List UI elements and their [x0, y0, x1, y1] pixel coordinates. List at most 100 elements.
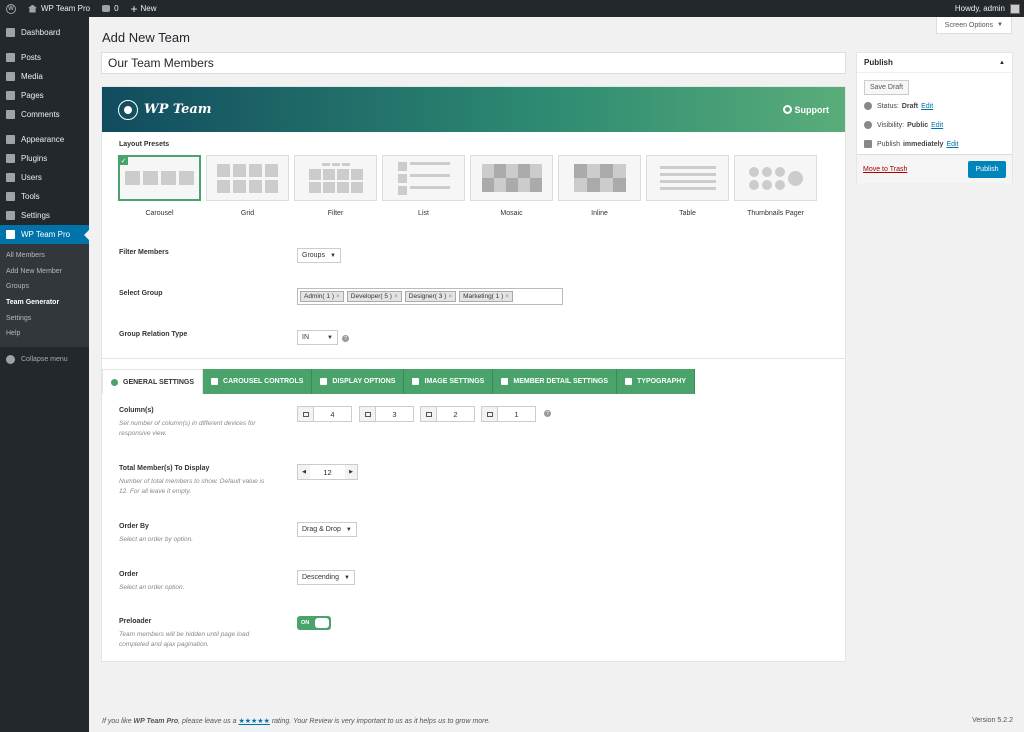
tab-general-settings[interactable]: GENERAL SETTINGS — [102, 369, 204, 394]
my-account[interactable]: Howdy, admin — [955, 3, 1024, 14]
remove-icon[interactable]: × — [448, 293, 452, 300]
help-icon[interactable]: ? — [342, 335, 349, 342]
submenu-all-members[interactable]: All Members — [0, 248, 89, 264]
column-value: 3 — [392, 409, 397, 419]
order-select[interactable]: Descending ▼ — [297, 570, 355, 585]
status-row: Status: Draft Edit — [864, 102, 933, 110]
decrement-icon[interactable]: ◀ — [298, 465, 310, 479]
menu-posts[interactable]: Posts — [0, 48, 89, 67]
preset-thumb — [558, 155, 641, 201]
order-by-select[interactable]: Drag & Drop ▼ — [297, 522, 357, 537]
menu-media[interactable]: Media — [0, 67, 89, 86]
preloader-toggle[interactable]: ON — [297, 616, 331, 630]
version-text: Version 5.2.2 — [972, 717, 1013, 724]
menu-wp-team-pro[interactable]: WP Team Pro — [0, 225, 89, 244]
screen-options-button[interactable]: Screen Options ▼ — [935, 17, 1012, 34]
group-relation-select[interactable]: IN ▼ — [297, 330, 338, 345]
group-tag[interactable]: Admin( 1 ) × — [300, 291, 344, 302]
tab-image-settings[interactable]: IMAGE SETTINGS — [404, 369, 494, 394]
menu-settings[interactable]: Settings — [0, 206, 89, 225]
submenu-settings[interactable]: Settings — [0, 310, 89, 326]
footer-message: If you like WP Team Pro, please leave us… — [102, 717, 490, 725]
wp-team-banner: WP Team Support — [102, 87, 845, 132]
total-members-stepper[interactable]: ◀ 12 ▶ — [297, 464, 358, 480]
comments-link[interactable]: 0 — [96, 0, 124, 17]
menu-label: Settings — [21, 211, 50, 220]
preloader-label: Preloader — [119, 618, 152, 625]
group-tag[interactable]: Designer( 3 ) × — [404, 291, 457, 302]
submenu-add-new-member[interactable]: Add New Member — [0, 264, 89, 280]
preset-grid[interactable]: Grid — [206, 155, 289, 217]
columns-mobile-input[interactable]: 1 — [481, 406, 536, 422]
preset-caption: Carousel — [145, 210, 174, 217]
publish-header[interactable]: Publish ▲ — [857, 53, 1012, 73]
remove-icon[interactable]: × — [336, 293, 340, 300]
menu-tools[interactable]: Tools — [0, 187, 89, 206]
menu-comments[interactable]: Comments — [0, 105, 89, 124]
preset-table[interactable]: Table — [646, 155, 729, 217]
group-tag[interactable]: Marketing( 1 ) × — [459, 291, 514, 302]
increment-icon[interactable]: ▶ — [345, 465, 357, 479]
preloader-desc: Team members will be hidden until page l… — [119, 631, 250, 648]
tablet-icon — [421, 407, 437, 421]
title-input[interactable]: Our Team Members — [101, 52, 846, 74]
chevron-down-icon: ▼ — [329, 252, 336, 259]
filter-members-select[interactable]: Groups ▼ — [297, 248, 341, 263]
preset-mosaic[interactable]: Mosaic — [470, 155, 553, 217]
edit-schedule-link[interactable]: Edit — [946, 141, 958, 148]
menu-appearance[interactable]: Appearance — [0, 130, 89, 149]
brush-icon — [6, 135, 15, 144]
tab-display-options[interactable]: DISPLAY OPTIONS — [312, 369, 405, 394]
edit-visibility-link[interactable]: Edit — [931, 122, 943, 129]
settings-tabs: GENERAL SETTINGS CAROUSEL CONTROLS DISPL… — [102, 369, 845, 394]
submenu-help[interactable]: Help — [0, 326, 89, 342]
new-content-link[interactable]: + New — [125, 0, 163, 17]
edit-status-link[interactable]: Edit — [921, 103, 933, 110]
support-link[interactable]: Support — [782, 105, 829, 115]
plugin-icon — [6, 154, 15, 163]
menu-users[interactable]: Users — [0, 168, 89, 187]
columns-laptop-input[interactable]: 3 — [359, 406, 414, 422]
wp-logo-menu[interactable]: W — [0, 0, 22, 17]
preset-thumbnails-pager[interactable]: Thumbnails Pager — [734, 155, 817, 217]
preset-inline[interactable]: Inline — [558, 155, 641, 217]
publish-button[interactable]: Publish — [968, 161, 1006, 178]
site-name-link[interactable]: WP Team Pro — [22, 0, 96, 17]
submenu-team-generator[interactable]: Team Generator — [0, 295, 89, 311]
tab-label: MEMBER DETAIL SETTINGS — [513, 378, 608, 385]
tab-member-detail-settings[interactable]: MEMBER DETAIL SETTINGS — [493, 369, 617, 394]
menu-dashboard[interactable]: Dashboard — [0, 23, 89, 42]
tab-typography[interactable]: TYPOGRAPHY — [617, 369, 696, 394]
select-group-label: Select Group — [119, 290, 163, 297]
collapse-menu-button[interactable]: Collapse menu — [0, 351, 89, 369]
tab-carousel-controls[interactable]: CAROUSEL CONTROLS — [203, 369, 313, 394]
screen-options-label: Screen Options — [944, 21, 994, 29]
preset-thumb — [382, 155, 465, 201]
tab-label: GENERAL SETTINGS — [123, 378, 195, 386]
footer-text: , please leave us a — [178, 718, 237, 725]
menu-pages[interactable]: Pages — [0, 86, 89, 105]
rating-stars-link[interactable]: ★★★★★ — [238, 718, 269, 725]
preset-filter[interactable]: Filter — [294, 155, 377, 217]
remove-icon[interactable]: × — [394, 293, 398, 300]
menu-label: Posts — [21, 53, 42, 62]
group-tag[interactable]: Developer( 5 ) × — [346, 291, 402, 302]
menu-label: Media — [21, 72, 43, 81]
columns-tablet-input[interactable]: 2 — [420, 406, 475, 422]
tag-label: Marketing( 1 ) — [463, 293, 504, 300]
team-logo-icon — [118, 99, 138, 120]
site-name: WP Team Pro — [41, 4, 91, 13]
preset-carousel[interactable]: ✓ Carousel — [118, 155, 201, 217]
save-draft-button[interactable]: Save Draft — [864, 80, 910, 95]
move-to-trash-link[interactable]: Move to Trash — [863, 166, 907, 173]
group-multiselect[interactable]: Admin( 1 ) × Developer( 5 ) × Designer( 3 … — [297, 288, 563, 305]
preset-list[interactable]: List — [382, 155, 465, 217]
help-icon[interactable]: ? — [544, 410, 551, 417]
status-value: Draft — [901, 102, 919, 110]
menu-plugins[interactable]: Plugins — [0, 149, 89, 168]
submenu-groups[interactable]: Groups — [0, 279, 89, 295]
remove-icon[interactable]: × — [505, 293, 509, 300]
columns-desktop-input[interactable]: 4 — [297, 406, 352, 422]
status-label: Status: — [877, 102, 899, 110]
order-desc: Select an order option. — [119, 584, 185, 591]
